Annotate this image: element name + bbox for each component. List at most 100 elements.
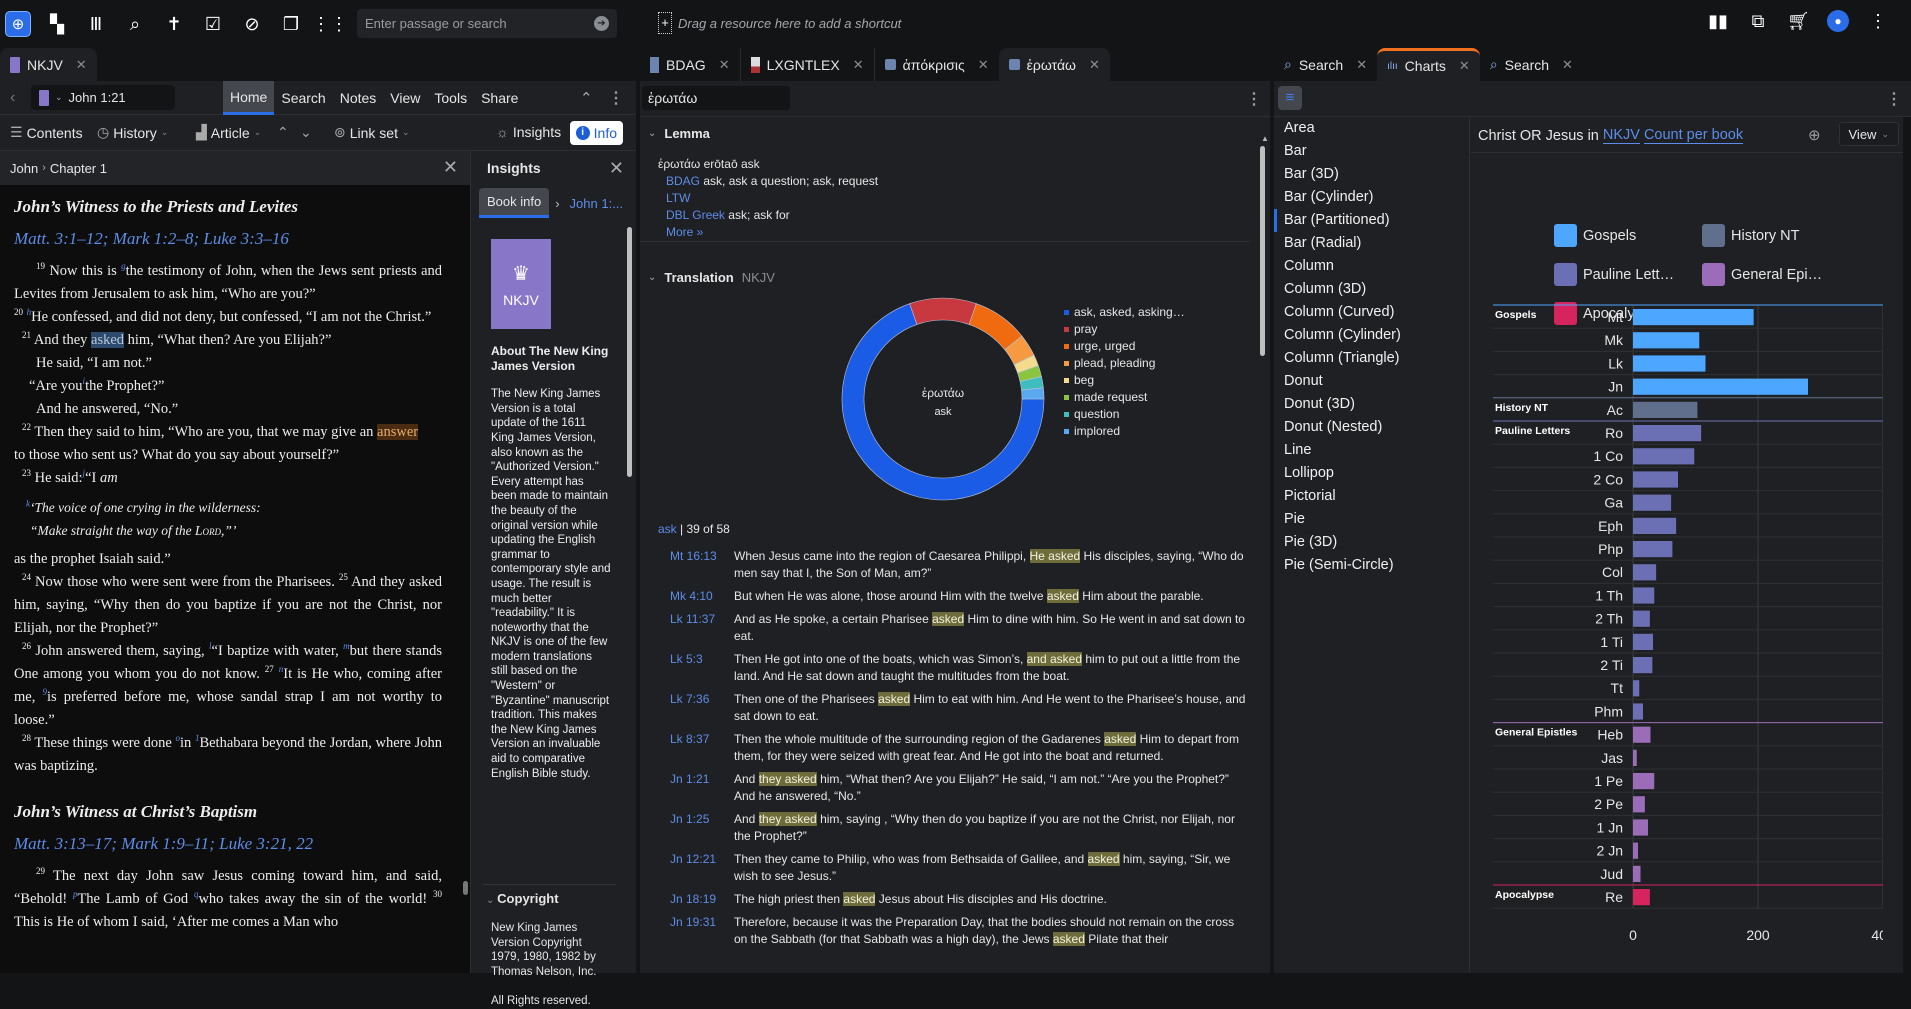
tab-search[interactable]: ⌕Search✕	[1274, 48, 1377, 81]
insights-button[interactable]: ☼Insights	[496, 124, 561, 140]
tab-book-info[interactable]: Book info	[479, 188, 549, 218]
bar-Ac[interactable]	[1633, 402, 1697, 418]
bar-Jas[interactable]	[1633, 750, 1637, 766]
bar-Heb[interactable]	[1633, 727, 1651, 743]
menu-notes[interactable]: Notes	[333, 81, 384, 115]
bible-icon[interactable]: ✝	[161, 11, 187, 37]
chart-type-item[interactable]: Column	[1274, 255, 1469, 278]
result-row[interactable]: Lk 8:37Then the whole multitude of the s…	[670, 731, 1250, 765]
lexicon-link[interactable]: LTW	[666, 191, 690, 205]
bar-2-Ti[interactable]	[1633, 657, 1652, 673]
middle-scrollbar[interactable]: ▲	[1259, 130, 1267, 973]
result-reference-link[interactable]: Lk 11:37	[670, 611, 734, 645]
tab-charts[interactable]: ılııCharts✕	[1377, 48, 1480, 81]
chart-legend-item[interactable]: History NT	[1702, 224, 1799, 247]
version-link[interactable]: NKJV	[1603, 127, 1640, 144]
close-icon[interactable]: ✕	[1089, 57, 1100, 73]
bar-Mt[interactable]	[1633, 309, 1754, 325]
close-icon[interactable]: ✕	[76, 57, 87, 73]
close-icon[interactable]: ✕	[443, 157, 458, 178]
result-row[interactable]: Jn 1:21And they asked him, “What then? A…	[670, 771, 1250, 805]
bar-Jn[interactable]	[1633, 379, 1808, 395]
chevron-down-icon[interactable]: ⌄	[55, 92, 63, 103]
shortcut-drop-zone[interactable]: + Drag a resource here to add a shortcut	[658, 12, 901, 34]
result-reference-link[interactable]: Jn 1:25	[670, 811, 734, 845]
result-reference-link[interactable]: Jn 12:21	[670, 851, 734, 885]
avatar-icon[interactable]: ●	[1827, 10, 1849, 32]
reader-scrollbar[interactable]	[462, 181, 470, 973]
chart-type-item[interactable]: Pie (3D)	[1274, 531, 1469, 554]
result-reference-link[interactable]: Jn 19:31	[670, 914, 734, 948]
chart-type-item[interactable]: Column (Triangle)	[1274, 347, 1469, 370]
bar-2-Jn[interactable]	[1633, 843, 1638, 859]
result-reference-link[interactable]: Lk 5:3	[670, 651, 734, 685]
bar-1-Jn[interactable]	[1633, 819, 1648, 835]
chart-type-item[interactable]: Lollipop	[1274, 462, 1469, 485]
more-icon[interactable]: ⋮	[1886, 89, 1902, 109]
reference-input[interactable]: ⌄ John 1:21	[31, 85, 175, 110]
chart-type-item[interactable]: Donut (3D)	[1274, 393, 1469, 416]
gloss-filter-link[interactable]: ask	[658, 522, 677, 536]
chart-type-item[interactable]: Pictorial	[1274, 485, 1469, 508]
close-icon[interactable]: ✕	[978, 57, 989, 73]
back-icon[interactable]: ‹	[10, 89, 15, 107]
tab-bdag[interactable]: BDAG✕	[640, 48, 741, 81]
xref-link[interactable]: Mark 1:2–8	[113, 229, 194, 248]
tab-nkjv[interactable]: NKJV ✕	[0, 48, 97, 81]
result-reference-link[interactable]: Jn 18:19	[670, 891, 734, 908]
menu-share[interactable]: Share	[474, 81, 525, 115]
bar-1-Pe[interactable]	[1633, 773, 1654, 789]
chart-type-item[interactable]: Donut	[1274, 370, 1469, 393]
highlighted-word[interactable]: answer	[377, 424, 418, 440]
passage-search-input[interactable]: Enter passage or search ➔	[357, 9, 617, 38]
xref-link[interactable]: Matt. 3:1–12	[14, 229, 103, 248]
chart-legend-item[interactable]: General Epi…	[1702, 263, 1822, 286]
insights-scrollbar[interactable]	[627, 227, 632, 477]
chart-type-item[interactable]: Bar (Cylinder)	[1274, 186, 1469, 209]
bar-Lk[interactable]	[1633, 355, 1706, 371]
chart-type-item[interactable]: Column (Curved)	[1274, 301, 1469, 324]
chart-type-item[interactable]: Area	[1274, 117, 1469, 140]
result-row[interactable]: Jn 1:25And they asked him, saying , “Why…	[670, 811, 1250, 845]
bar-Re[interactable]	[1633, 889, 1650, 905]
menu-search[interactable]: Search	[274, 81, 332, 115]
previous-icon[interactable]: ⌃	[277, 124, 289, 141]
result-reference-link[interactable]: Mt 16:13	[670, 548, 734, 582]
app-logo-icon[interactable]: ⊕	[5, 11, 31, 37]
layouts-icon[interactable]: ❐	[278, 11, 304, 37]
close-icon[interactable]: ✕	[609, 158, 624, 179]
legend-item[interactable]: plead, pleading	[1064, 355, 1185, 372]
highlighted-word[interactable]: asked	[91, 332, 124, 348]
result-row[interactable]: Lk 11:37And as He spoke, a certain Phari…	[670, 611, 1250, 645]
right-scrollbar[interactable]	[1903, 117, 1911, 973]
bar-1-Ti[interactable]	[1633, 634, 1653, 650]
chart-legend-item[interactable]: Pauline Lett…	[1554, 263, 1674, 286]
chart-type-item[interactable]: Column (3D)	[1274, 278, 1469, 301]
chart-type-menu-icon[interactable]: ≡	[1278, 86, 1302, 110]
chart-type-item[interactable]: Pie (Semi-Circle)	[1274, 554, 1469, 577]
info-button[interactable]: iInfo	[570, 121, 623, 145]
chart-type-item[interactable]: Donut (Nested)	[1274, 416, 1469, 439]
add-panel-icon[interactable]: ▚	[44, 11, 70, 37]
close-icon[interactable]: ✕	[719, 57, 730, 73]
menu-view[interactable]: View	[383, 81, 427, 115]
lexicon-link[interactable]: DBL Greek	[666, 208, 725, 222]
result-reference-link[interactable]: Lk 7:36	[670, 691, 734, 725]
chart-type-item[interactable]: Column (Cylinder)	[1274, 324, 1469, 347]
lexicon-link[interactable]: BDAG	[666, 174, 700, 188]
result-row[interactable]: Lk 7:36Then one of the Pharisees asked H…	[670, 691, 1250, 725]
contents-button[interactable]: ☰Contents	[10, 124, 83, 141]
tab-apokrisis[interactable]: ἀπόκρισις✕	[875, 48, 999, 81]
legend-item[interactable]: urge, urged	[1064, 338, 1185, 355]
chart-type-item[interactable]: Bar (Partitioned)	[1274, 209, 1469, 232]
bar-2-Co[interactable]	[1633, 471, 1678, 487]
chart-type-item[interactable]: Bar (3D)	[1274, 163, 1469, 186]
result-row[interactable]: Mk 4:10But when He was alone, those arou…	[670, 588, 1250, 605]
result-row[interactable]: Jn 18:19The high priest then asked Jesus…	[670, 891, 1250, 908]
result-reference-link[interactable]: Mk 4:10	[670, 588, 734, 605]
bar-2-Pe[interactable]	[1633, 796, 1645, 812]
menu-tools[interactable]: Tools	[427, 81, 474, 115]
history-button[interactable]: ◷History⌄	[97, 124, 168, 141]
close-icon[interactable]: ✕	[1562, 57, 1573, 73]
book-cover[interactable]: ♛ NKJV	[491, 239, 551, 329]
